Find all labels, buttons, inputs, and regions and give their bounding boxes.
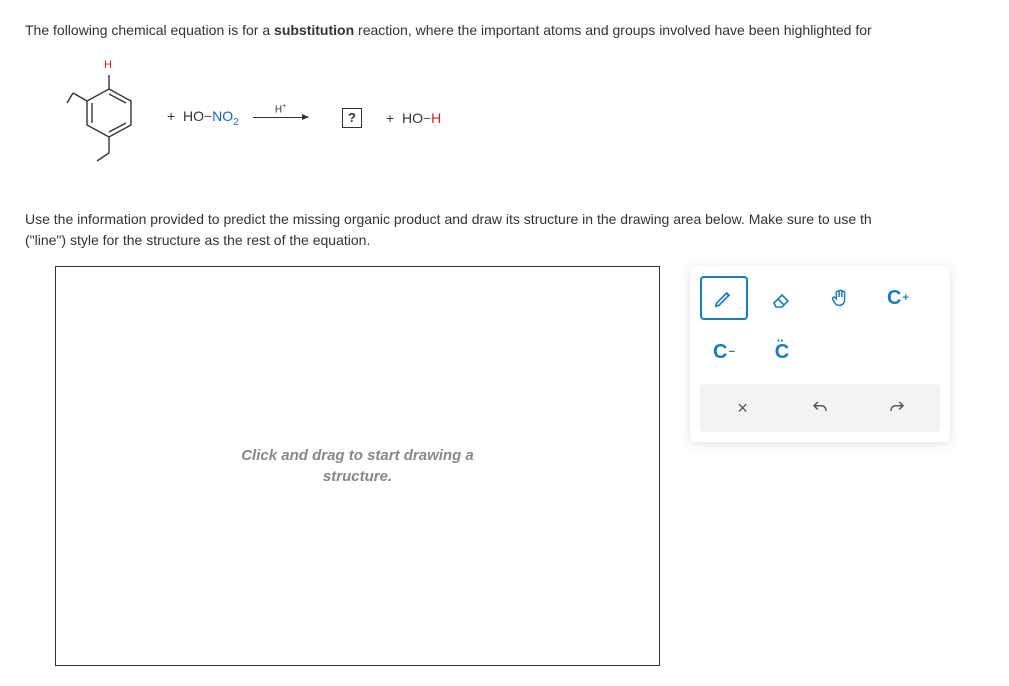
action-bar: × xyxy=(700,384,940,432)
c-minus-tool[interactable]: C− xyxy=(700,330,748,374)
unknown-product-box: ? xyxy=(342,108,362,128)
plus-1: + HO−NO2 xyxy=(167,108,239,128)
pencil-tool[interactable] xyxy=(700,276,748,320)
plus-product: + HO−H xyxy=(386,110,441,126)
redo-button[interactable] xyxy=(875,390,919,426)
reaction-arrow: H+ xyxy=(253,117,308,118)
arrow-label: H+ xyxy=(275,103,286,115)
molecule-top-h: H xyxy=(104,59,112,71)
c-radical-tool[interactable]: C xyxy=(758,330,806,374)
chemical-equation: H + HO−NO2 H+ ? + HO−H xyxy=(65,61,984,174)
reactant-molecule: H xyxy=(65,61,153,174)
tool-palette: C+ C− C × xyxy=(690,266,950,442)
work-area: Click and drag to start drawing a struct… xyxy=(55,266,984,666)
instruction-text: Use the information provided to predict … xyxy=(25,209,984,251)
instruction-line2: ("line") style for the structure as the … xyxy=(25,232,370,248)
hand-tool[interactable] xyxy=(816,276,864,320)
intro-bold: substitution xyxy=(274,22,354,38)
intro-post: reaction, where the important atoms and … xyxy=(354,22,872,38)
instruction-line1: Use the information provided to predict … xyxy=(25,211,872,227)
c-plus-tool[interactable]: C+ xyxy=(874,276,922,320)
undo-button[interactable] xyxy=(798,390,842,426)
intro-pre: The following chemical equation is for a xyxy=(25,22,274,38)
clear-button[interactable]: × xyxy=(721,390,765,426)
drawing-canvas[interactable]: Click and drag to start drawing a struct… xyxy=(55,266,660,666)
canvas-placeholder: Click and drag to start drawing a struct… xyxy=(241,445,474,487)
eraser-tool[interactable] xyxy=(758,276,806,320)
question-intro: The following chemical equation is for a… xyxy=(25,20,984,41)
